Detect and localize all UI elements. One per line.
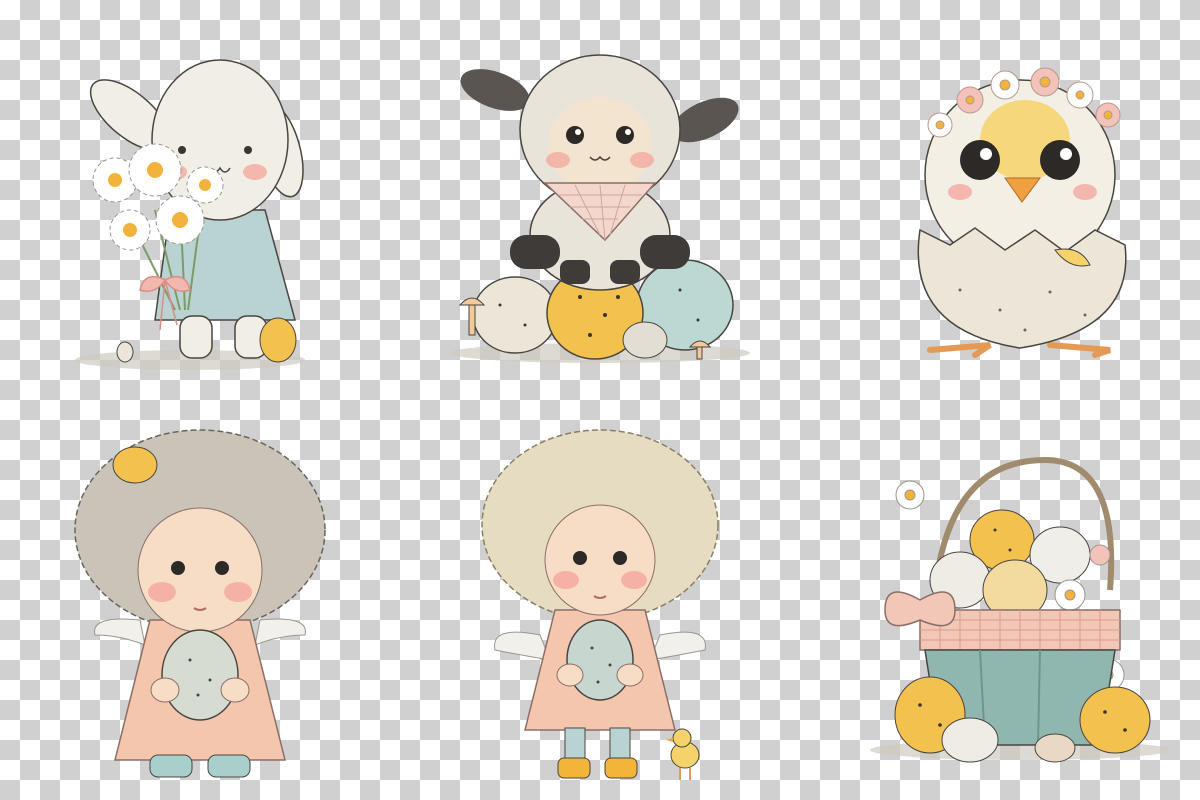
left-boot (149, 754, 193, 778)
bunny-svg (75, 59, 305, 370)
front-egg-tan (1034, 733, 1076, 763)
girl-left-eye (573, 551, 587, 565)
right-hand (616, 663, 644, 687)
eggshell (917, 227, 1127, 349)
bunny-right-cheek (243, 164, 267, 180)
girl-left-cheek (148, 582, 176, 602)
girl-right-eye (613, 551, 627, 565)
transparency-canvas (0, 0, 1200, 800)
blonde-hair-girl-illustration (470, 420, 730, 790)
lamb-svg (450, 54, 750, 363)
lamb-right-leg (640, 235, 690, 269)
girl-right-cheek (621, 571, 647, 589)
lamb-left-cheek (546, 152, 570, 168)
grey-hair-girl-svg (74, 429, 326, 778)
easter-basket-illustration (860, 450, 1180, 770)
lamb-face (548, 97, 652, 193)
front-egg-yellow-right (1079, 686, 1151, 754)
right-hand (220, 677, 250, 703)
lamb-right-hoof (610, 260, 640, 284)
held-egg (161, 629, 239, 721)
bunny-illustration (60, 20, 320, 380)
left-hand (556, 663, 584, 687)
lamb-left-hoof (560, 260, 590, 284)
angel-wing-right (649, 631, 706, 661)
front-egg-white (941, 717, 999, 763)
small-chick (666, 728, 700, 780)
right-boot (207, 754, 251, 778)
left-leg (564, 727, 586, 761)
girl-left-cheek (553, 571, 579, 589)
girl-face (137, 507, 263, 633)
chick-illustration (880, 30, 1160, 370)
chick-svg (917, 67, 1127, 358)
girl-left-eye (171, 561, 185, 575)
yellow-egg (259, 317, 297, 363)
chick-right-eye (1040, 140, 1080, 180)
angel-wing-left (494, 631, 551, 661)
small-grey-egg (622, 321, 668, 359)
lamb-right-cheek (630, 152, 654, 168)
lamb-right-eye (616, 126, 634, 144)
bunny-right-eye (244, 146, 252, 154)
small-egg (116, 341, 134, 363)
girl-right-eye (215, 561, 229, 575)
blonde-hair-girl-svg (481, 429, 719, 780)
left-hand (150, 677, 180, 703)
lamb-illustration (440, 35, 760, 375)
grey-egg (472, 276, 558, 354)
left-boot (557, 757, 591, 779)
chick-right-cheek (1073, 184, 1097, 200)
bunny-left-eye (178, 146, 186, 154)
bunny-left-leg (179, 315, 213, 359)
held-egg (566, 619, 634, 701)
bunny-head (151, 59, 289, 221)
hair-egg-clip (112, 446, 158, 484)
angel-wing-left (94, 618, 146, 646)
easter-basket-svg (870, 456, 1170, 763)
grey-hair-girl-illustration (60, 420, 340, 790)
right-leg (609, 727, 631, 761)
gingham-bow (884, 591, 956, 627)
girl-right-cheek (224, 582, 252, 602)
lamb-left-leg (510, 235, 560, 269)
lamb-left-eye (566, 126, 584, 144)
right-boot (604, 757, 638, 779)
angel-wing-right (254, 618, 306, 646)
chick-left-cheek (948, 184, 972, 200)
chick-left-eye (960, 140, 1000, 180)
